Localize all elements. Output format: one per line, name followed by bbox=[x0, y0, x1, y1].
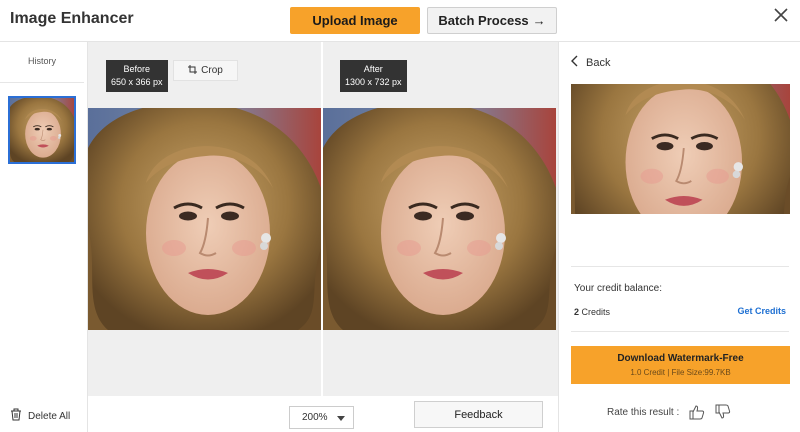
app-title: Image Enhancer bbox=[10, 10, 134, 27]
divider bbox=[571, 331, 789, 332]
after-image bbox=[323, 108, 556, 330]
history-sidebar: History Delete All bbox=[0, 42, 88, 432]
before-image bbox=[88, 108, 321, 330]
crop-icon bbox=[188, 64, 198, 77]
batch-process-button[interactable]: Batch Process → bbox=[427, 7, 557, 34]
feedback-label: Feedback bbox=[454, 408, 503, 421]
before-panel: Before 650 x 366 px Crop bbox=[88, 42, 321, 396]
before-tag: Before 650 x 366 px bbox=[106, 60, 168, 92]
divider bbox=[571, 266, 789, 267]
credit-number: 2 bbox=[574, 307, 580, 317]
credit-balance-label: Your credit balance: bbox=[574, 283, 663, 294]
get-credits-link[interactable]: Get Credits bbox=[737, 306, 786, 316]
bottom-toolbar: 200% Feedback bbox=[88, 396, 558, 432]
rate-result-row: Rate this result : bbox=[607, 404, 731, 420]
thumbs-down-icon[interactable] bbox=[715, 404, 731, 420]
arrow-right-icon: → bbox=[532, 13, 546, 28]
zoom-select[interactable]: 200% bbox=[289, 406, 354, 429]
compare-area: Before 650 x 366 px Crop After 1300 x 73… bbox=[88, 42, 558, 396]
caret-down-icon bbox=[337, 416, 345, 421]
before-tag-size: 650 x 366 px bbox=[111, 77, 163, 87]
back-button[interactable]: Back bbox=[571, 55, 610, 70]
thumbs-up-icon[interactable] bbox=[689, 404, 705, 420]
after-panel: After 1300 x 732 px bbox=[323, 42, 556, 396]
upload-image-label: Upload Image bbox=[312, 13, 398, 28]
after-tag-size: 1300 x 732 px bbox=[345, 77, 402, 87]
trash-icon bbox=[10, 408, 22, 424]
crop-button[interactable]: Crop bbox=[173, 60, 238, 81]
feedback-button[interactable]: Feedback bbox=[414, 401, 543, 428]
chevron-left-icon bbox=[571, 55, 578, 70]
sidebar-divider bbox=[0, 82, 84, 83]
download-watermark-free-button[interactable]: Download Watermark-Free 1.0 Credit | Fil… bbox=[571, 346, 790, 384]
batch-process-label: Batch Process bbox=[438, 13, 529, 28]
credit-count: 2 Credits bbox=[574, 307, 610, 317]
back-label: Back bbox=[586, 56, 611, 69]
delete-all-label: Delete All bbox=[28, 410, 71, 422]
rate-label: Rate this result : bbox=[607, 406, 680, 418]
after-tag-title: After bbox=[363, 64, 383, 74]
download-sub-label: 1.0 Credit | File Size:99.7KB bbox=[630, 367, 731, 377]
crop-label: Crop bbox=[201, 65, 223, 76]
after-tag: After 1300 x 732 px bbox=[340, 60, 407, 92]
before-tag-title: Before bbox=[123, 64, 151, 74]
close-icon[interactable] bbox=[771, 5, 791, 25]
history-label: History bbox=[27, 56, 56, 66]
download-main-label: Download Watermark-Free bbox=[617, 352, 744, 364]
result-panel: Back Your credit balance: 2 Credits Get … bbox=[558, 42, 800, 432]
top-bar: Image Enhancer Upload Image Batch Proces… bbox=[0, 0, 800, 42]
history-thumbnail[interactable] bbox=[8, 96, 76, 164]
zoom-value: 200% bbox=[302, 412, 328, 423]
upload-image-button[interactable]: Upload Image bbox=[290, 7, 420, 34]
result-preview-image bbox=[571, 84, 790, 214]
delete-all-button[interactable]: Delete All bbox=[10, 408, 70, 424]
credit-unit: Credits bbox=[581, 307, 611, 317]
